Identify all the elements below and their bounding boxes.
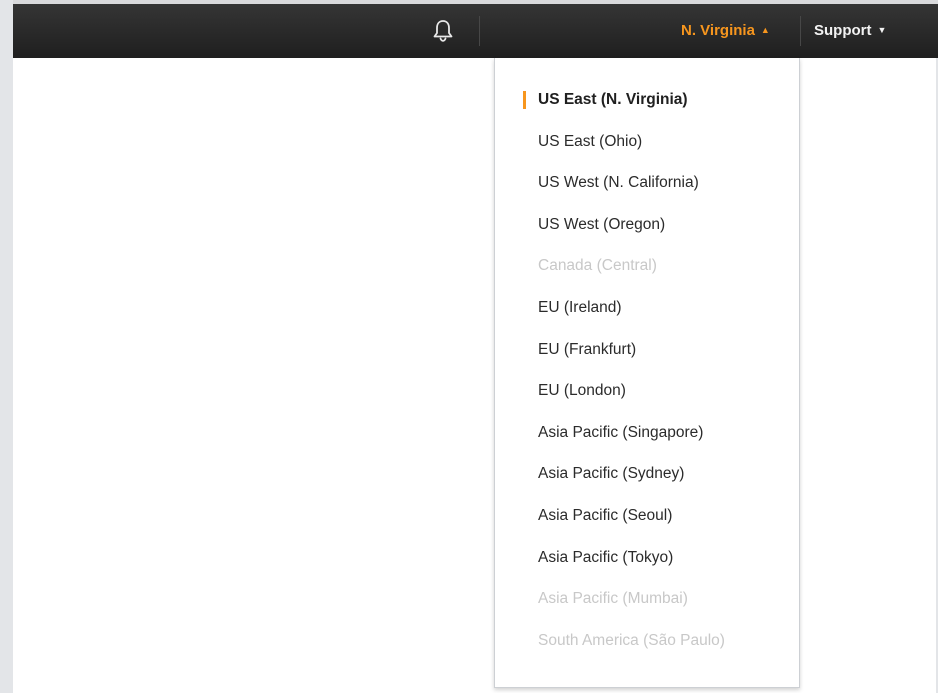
nav-divider <box>800 16 801 46</box>
region-item-eu-london[interactable]: EU (London) <box>495 370 799 412</box>
region-selector-label: N. Virginia <box>681 22 755 39</box>
region-item-canada-central: Canada (Central) <box>538 257 657 275</box>
region-item-us-east-n-virginia[interactable]: US East (N. Virginia) <box>495 79 799 121</box>
top-navbar: N. Virginia ▲ Support ▼ <box>13 0 938 58</box>
support-menu-label: Support <box>814 22 872 39</box>
region-item-asia-pacific-seoul[interactable]: Asia Pacific (Seoul) <box>495 495 799 537</box>
region-list: US East (N. Virginia) US East (Ohio) US … <box>495 79 799 661</box>
bell-icon-graphic <box>433 20 453 42</box>
page: N. Virginia ▲ Support ▼ US East (N. Virgin… <box>0 0 938 693</box>
nav-divider <box>479 16 480 46</box>
chevron-down-icon: ▼ <box>877 25 887 35</box>
region-item-asia-pacific-sydney[interactable]: Asia Pacific (Sydney) <box>495 453 799 495</box>
region-item-eu-frankfurt[interactable]: EU (Frankfurt) <box>495 329 799 371</box>
region-item-asia-pacific-singapore[interactable]: Asia Pacific (Singapore) <box>495 412 799 454</box>
support-menu-button[interactable]: Support ▼ <box>814 22 886 39</box>
chevron-up-icon: ▲ <box>760 25 770 35</box>
region-item-us-east-ohio[interactable]: US East (Ohio) <box>495 121 799 163</box>
region-item-asia-pacific-tokyo[interactable]: Asia Pacific (Tokyo) <box>495 537 799 579</box>
region-selector-button[interactable]: N. Virginia ▲ <box>681 22 770 39</box>
region-dropdown-menu: US East (N. Virginia) US East (Ohio) US … <box>494 58 800 688</box>
region-item-south-america-sao-paulo: South America (São Paulo) <box>538 631 725 649</box>
region-item-eu-ireland[interactable]: EU (Ireland) <box>495 287 799 329</box>
left-gutter <box>0 0 13 693</box>
region-item-us-west-n-california[interactable]: US West (N. California) <box>495 162 799 204</box>
region-item-us-west-oregon[interactable]: US West (Oregon) <box>495 204 799 246</box>
bell-icon[interactable] <box>431 18 455 44</box>
region-item-asia-pacific-mumbai: Asia Pacific (Mumbai) <box>538 590 688 608</box>
